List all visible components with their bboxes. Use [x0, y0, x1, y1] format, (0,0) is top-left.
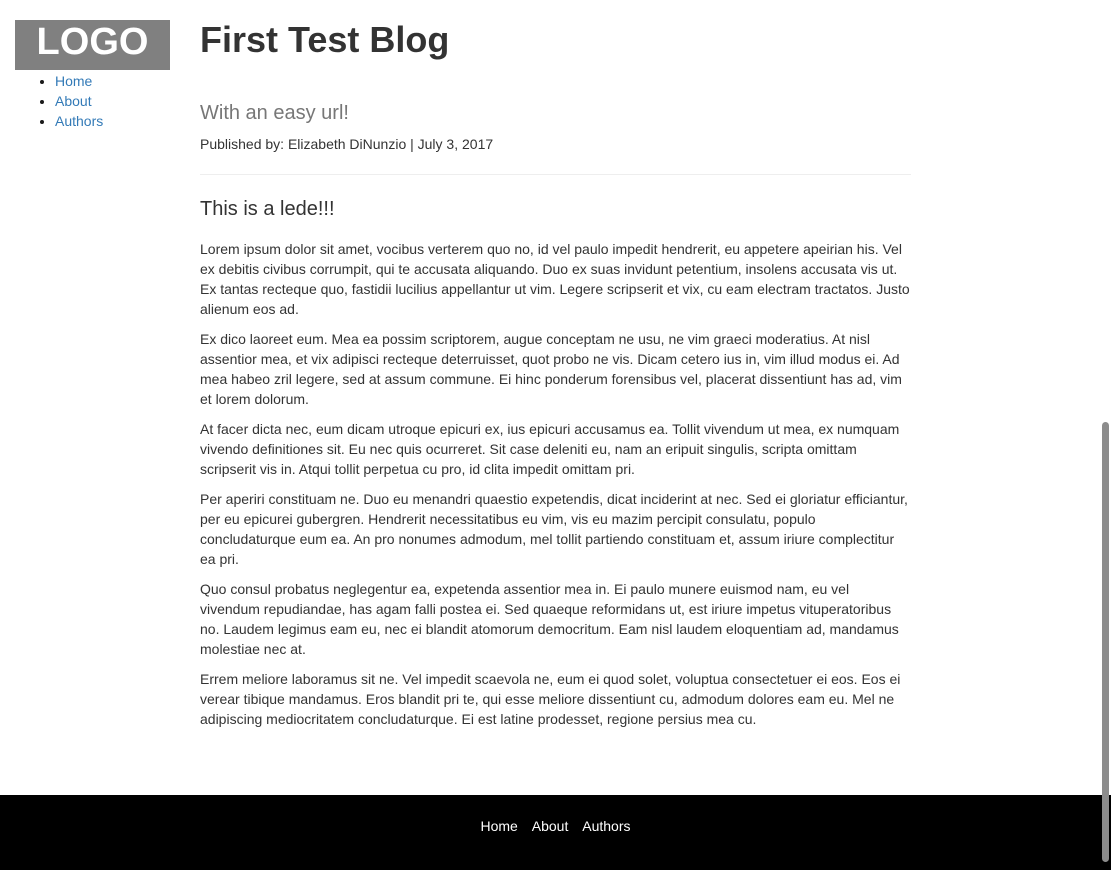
- article-body: Lorem ipsum dolor sit amet, vocibus vert…: [200, 239, 911, 729]
- sidebar-item-home: Home: [55, 71, 103, 91]
- body-paragraph: At facer dicta nec, eum dicam utroque ep…: [200, 421, 900, 477]
- footer: Home About Authors: [0, 795, 1111, 870]
- sidebar-nav: Home About Authors: [15, 71, 103, 131]
- sidebar-link-home[interactable]: Home: [55, 73, 92, 89]
- footer-link-authors[interactable]: Authors: [582, 818, 630, 834]
- body-paragraph: Lorem ipsum dolor sit amet, vocibus vert…: [200, 241, 910, 317]
- body-paragraph: Per aperiri constituam ne. Duo eu menand…: [200, 491, 908, 567]
- article-subtitle: With an easy url!: [200, 102, 349, 124]
- logo[interactable]: LOGO: [15, 20, 170, 70]
- sidebar-link-authors[interactable]: Authors: [55, 113, 103, 129]
- scrollbar[interactable]: [1100, 0, 1111, 870]
- footer-link-about[interactable]: About: [532, 818, 569, 834]
- body-paragraph: Errem meliore laboramus sit ne. Vel impe…: [200, 671, 901, 727]
- page-title: First Test Blog: [200, 19, 450, 60]
- article-lede: This is a lede!!!: [200, 198, 335, 220]
- footer-nav: Home About Authors: [476, 816, 636, 836]
- body-paragraph: Quo consul probatus neglegentur ea, expe…: [200, 581, 899, 657]
- logo-text: LOGO: [36, 21, 149, 63]
- article: First Test Blog With an easy url! Publis…: [200, 17, 911, 739]
- divider: [200, 174, 911, 175]
- article-byline: Published by: Elizabeth DiNunzio | July …: [200, 136, 494, 152]
- scrollbar-thumb[interactable]: [1102, 422, 1109, 862]
- footer-link-home[interactable]: Home: [481, 818, 518, 834]
- sidebar-item-about: About: [55, 91, 103, 111]
- body-paragraph: Ex dico laoreet eum. Mea ea possim scrip…: [200, 331, 902, 407]
- sidebar-link-about[interactable]: About: [55, 93, 92, 109]
- page: LOGO Home About Authors First Test Blog …: [0, 0, 1111, 870]
- sidebar-item-authors: Authors: [55, 111, 103, 131]
